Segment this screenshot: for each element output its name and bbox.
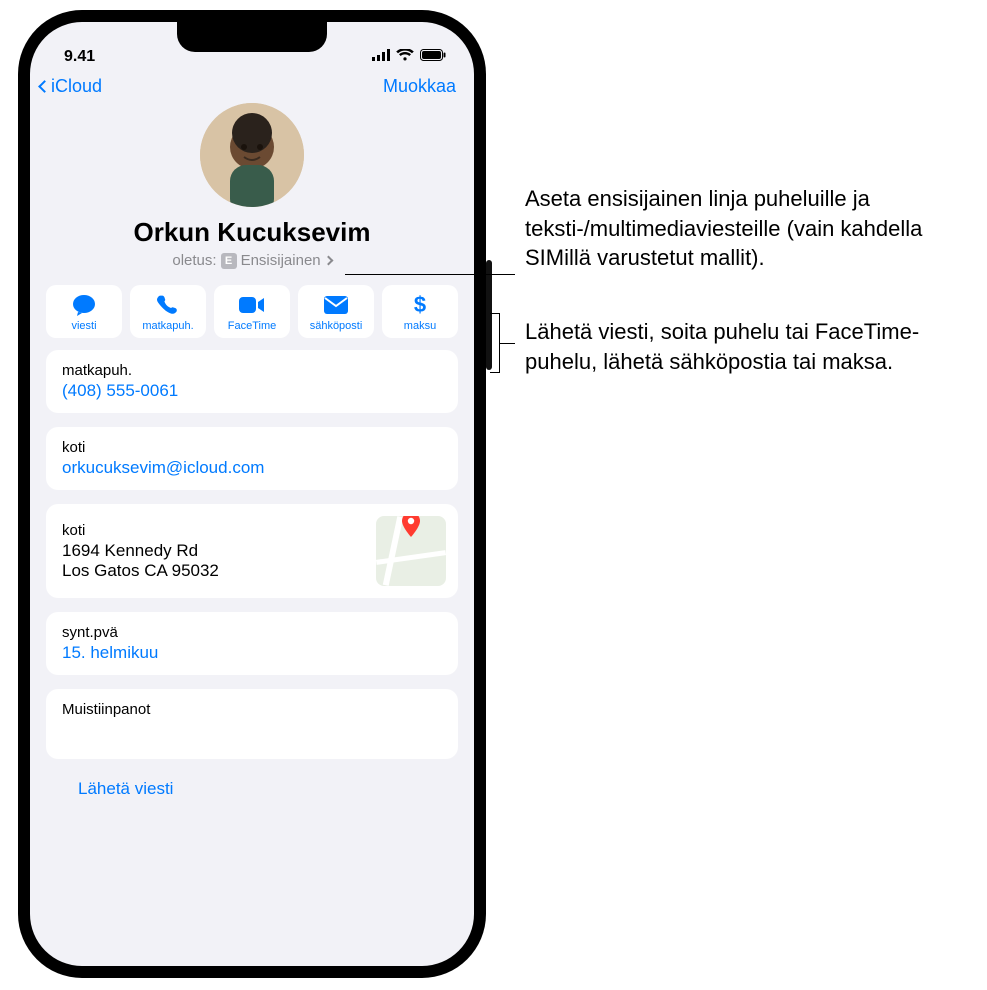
chevron-left-icon: [38, 80, 51, 93]
address-line1: 1694 Kennedy Rd: [62, 541, 219, 561]
notes-card[interactable]: Muistiinpanot: [46, 689, 458, 759]
nav-bar: iCloud Muokkaa: [30, 68, 474, 103]
back-label: iCloud: [51, 76, 102, 97]
mail-icon: [324, 293, 348, 317]
wifi-icon: [396, 48, 414, 66]
message-button[interactable]: viesti: [46, 285, 122, 338]
facetime-label: FaceTime: [228, 320, 277, 332]
address-label: koti: [62, 522, 219, 539]
action-row: viesti matkapuh. FaceTime sähköposti: [30, 279, 474, 350]
status-indicators: [372, 48, 446, 66]
email-value: orkucuksevim@icloud.com: [62, 458, 442, 478]
callout-bracket-actions: [490, 313, 500, 373]
cellular-icon: [372, 48, 390, 66]
contact-name: Orkun Kucuksevim: [134, 217, 371, 248]
callout-line-actions: [500, 343, 515, 344]
contact-details: matkapuh. (408) 555-0061 koti orkucuksev…: [30, 350, 474, 966]
message-label: viesti: [71, 320, 96, 332]
facetime-button[interactable]: FaceTime: [214, 285, 290, 338]
mail-button[interactable]: sähköposti: [298, 285, 374, 338]
back-button[interactable]: iCloud: [40, 76, 102, 97]
email-label: koti: [62, 439, 442, 456]
address-card[interactable]: koti 1694 Kennedy Rd Los Gatos CA 95032: [46, 504, 458, 598]
svg-text:$: $: [414, 294, 426, 316]
phone-label: matkapuh.: [62, 362, 442, 379]
notch: [177, 22, 327, 52]
battery-icon: [420, 48, 446, 66]
birthday-value: 15. helmikuu: [62, 643, 442, 663]
birthday-label: synt.pvä: [62, 624, 442, 641]
phone-value: (408) 555-0061: [62, 381, 442, 401]
default-prefix: oletus:: [172, 252, 216, 269]
map-thumbnail[interactable]: [376, 516, 446, 586]
notes-label: Muistiinpanot: [62, 701, 442, 718]
callout-sim: Aseta ensisijainen linja puheluille ja t…: [525, 184, 965, 273]
pay-label: maksu: [404, 320, 436, 332]
status-time: 9.41: [64, 48, 95, 66]
dollar-icon: $: [413, 293, 427, 317]
sim-badge: E: [221, 253, 237, 269]
callout-line-sim: [345, 274, 515, 275]
phone-card[interactable]: matkapuh. (408) 555-0061: [46, 350, 458, 413]
phone-frame: 9.41 iCloud Muokkaa: [18, 10, 486, 978]
send-message-link[interactable]: Lähetä viesti: [46, 773, 458, 799]
callout-actions: Lähetä viesti, soita puhelu tai FaceTime…: [525, 317, 955, 376]
address-text: koti 1694 Kennedy Rd Los Gatos CA 95032: [62, 522, 219, 581]
pay-button[interactable]: $ maksu: [382, 285, 458, 338]
email-card[interactable]: koti orkucuksevim@icloud.com: [46, 427, 458, 490]
avatar[interactable]: [200, 103, 304, 207]
edit-button[interactable]: Muokkaa: [383, 76, 456, 97]
contact-header: Orkun Kucuksevim oletus: E Ensisijainen: [30, 103, 474, 279]
call-label: matkapuh.: [142, 320, 193, 332]
birthday-card[interactable]: synt.pvä 15. helmikuu: [46, 612, 458, 675]
screen: 9.41 iCloud Muokkaa: [30, 22, 474, 966]
call-button[interactable]: matkapuh.: [130, 285, 206, 338]
address-line2: Los Gatos CA 95032: [62, 561, 219, 581]
default-line-label: Ensisijainen: [241, 252, 321, 269]
mail-label: sähköposti: [310, 320, 363, 332]
video-icon: [239, 293, 265, 317]
map-pin-icon: [401, 516, 421, 543]
chevron-right-icon: [323, 256, 333, 266]
phone-icon: [157, 293, 179, 317]
avatar-image: [200, 103, 304, 207]
default-line-button[interactable]: oletus: E Ensisijainen: [172, 252, 331, 269]
message-icon: [72, 293, 96, 317]
